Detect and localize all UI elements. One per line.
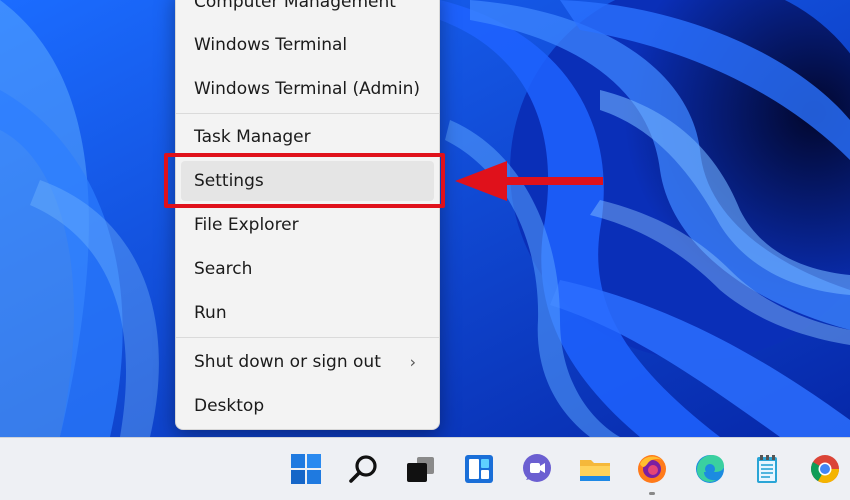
menu-item-label: Desktop xyxy=(194,396,265,416)
menu-item-file-explorer[interactable]: File Explorer xyxy=(181,205,434,245)
chevron-right-icon: › xyxy=(409,352,416,372)
menu-separator xyxy=(176,113,439,114)
menu-item-windows-terminal-admin[interactable]: Windows Terminal (Admin) xyxy=(181,69,434,109)
notepad-icon[interactable] xyxy=(750,452,784,486)
chat-icon[interactable] xyxy=(520,452,554,486)
menu-item-run[interactable]: Run xyxy=(181,293,434,333)
winx-context-menu: Computer Management Windows Terminal Win… xyxy=(175,0,440,430)
file-explorer-icon[interactable] xyxy=(578,452,612,486)
menu-item-windows-terminal[interactable]: Windows Terminal xyxy=(181,25,434,65)
search-icon[interactable] xyxy=(347,452,381,486)
menu-item-task-manager[interactable]: Task Manager xyxy=(181,117,434,157)
menu-item-label: Shut down or sign out xyxy=(194,352,381,372)
menu-separator xyxy=(176,337,439,338)
taskbar xyxy=(0,437,850,500)
settings-highlight-box xyxy=(164,153,445,208)
menu-item-computer-management[interactable]: Computer Management xyxy=(181,0,434,22)
menu-item-label: Windows Terminal xyxy=(194,35,348,55)
edge-icon[interactable] xyxy=(693,452,727,486)
menu-item-desktop[interactable]: Desktop xyxy=(181,386,434,426)
menu-item-label: File Explorer xyxy=(194,215,299,235)
menu-item-label: Windows Terminal (Admin) xyxy=(194,79,420,99)
menu-item-shut-down-or-sign-out[interactable]: Shut down or sign out › xyxy=(181,342,434,382)
widgets-icon[interactable] xyxy=(462,452,496,486)
running-indicator xyxy=(649,492,655,495)
start-icon[interactable] xyxy=(289,452,323,486)
menu-item-search[interactable]: Search xyxy=(181,249,434,289)
task-view-icon[interactable] xyxy=(403,452,437,486)
menu-item-label: Computer Management xyxy=(194,0,396,12)
menu-item-label: Search xyxy=(194,259,253,279)
menu-item-label: Run xyxy=(194,303,227,323)
chrome-icon[interactable] xyxy=(808,452,842,486)
firefox-icon[interactable] xyxy=(635,452,669,495)
menu-item-label: Task Manager xyxy=(194,127,311,147)
arrow-left-icon xyxy=(455,161,603,201)
